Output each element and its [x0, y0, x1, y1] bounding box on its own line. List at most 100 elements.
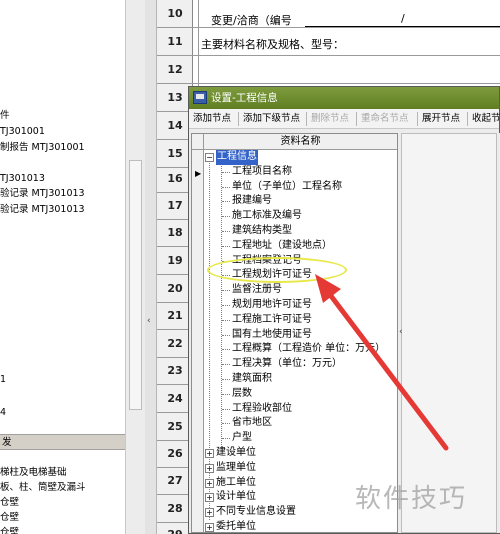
- expand-toggle-icon[interactable]: +: [205, 463, 214, 473]
- collapse-toggle-icon[interactable]: −: [205, 153, 214, 162]
- tree-node[interactable]: 国有土地使用证号: [204, 328, 312, 343]
- tree-node[interactable]: 工程项目名称: [204, 165, 292, 180]
- tree-node[interactable]: + 设计单位: [204, 490, 256, 505]
- tree-node-highlighted[interactable]: 工程规划许可证号: [204, 268, 312, 283]
- left-tree-item[interactable]: 板、柱、筒壁及漏斗: [0, 481, 86, 495]
- tree-node[interactable]: + 监理单位: [204, 461, 256, 476]
- scrollbar-thumb[interactable]: [129, 160, 142, 410]
- tree-connector: [222, 260, 230, 262]
- tree-node-label: 工程验收部位: [232, 402, 292, 414]
- left-panel-scrollbar[interactable]: [125, 0, 145, 534]
- left-tree-item[interactable]: 梯柱及电梯基础: [0, 466, 67, 480]
- tree-node[interactable]: − 工程信息: [204, 150, 258, 165]
- tree-connector: [222, 349, 230, 351]
- left-tree-item[interactable]: 仓壁: [0, 496, 19, 510]
- tree-node[interactable]: + 施工单位: [204, 476, 256, 491]
- expand-toggle-icon[interactable]: +: [205, 493, 214, 503]
- tree-node-label: 建设单位: [216, 447, 256, 458]
- dialog-toolbar: 添加节点 添加下级节点 删除节点 重命名节点 展开节点 收起节: [189, 109, 500, 129]
- tree-node[interactable]: + 建设单位: [204, 446, 256, 461]
- dialog-titlebar[interactable]: 设置-工程信息: [189, 87, 499, 109]
- tree-node[interactable]: 规划用地许可证号: [204, 298, 312, 313]
- left-tree-item[interactable]: 4: [0, 406, 6, 420]
- left-section-header[interactable]: 发: [0, 434, 125, 450]
- tree-connector: [222, 379, 230, 380]
- tree-node[interactable]: 单位（子单位）工程名称: [204, 180, 342, 195]
- collapse-left-icon[interactable]: ‹: [147, 316, 151, 326]
- row-number[interactable]: 11: [157, 28, 193, 56]
- tree-node[interactable]: 工程概算（工程造价 单位：万元）: [204, 342, 385, 357]
- left-tree-item[interactable]: 制报告 MTJ301001: [0, 141, 85, 155]
- grid-corner: [192, 134, 204, 150]
- tree-connector: [222, 186, 230, 188]
- change-record-slash: /: [401, 12, 405, 25]
- tree-node[interactable]: 工程地址（建设地点）: [204, 239, 332, 254]
- expand-node-button[interactable]: 展开节点: [422, 112, 460, 125]
- expand-toggle-icon[interactable]: +: [205, 523, 214, 532]
- tree-node[interactable]: 工程档案登记号: [204, 254, 302, 269]
- expand-toggle-icon[interactable]: +: [205, 449, 214, 458]
- tree-node[interactable]: 工程施工许可证号: [204, 313, 312, 328]
- collapse-node-button[interactable]: 收起节: [472, 112, 500, 125]
- tree-node-label: 施工单位: [216, 476, 256, 488]
- grid-line: [193, 83, 500, 84]
- tree-node[interactable]: 工程决算（单位：万元）: [204, 357, 342, 372]
- toolbar-separator: [238, 112, 239, 126]
- left-tree-item[interactable]: 仓壁: [0, 511, 19, 525]
- toolbar-separator: [467, 112, 468, 126]
- left-tree-item[interactable]: 验记录 MTJ301013: [0, 203, 85, 217]
- field-underline: [305, 26, 500, 27]
- tree-node[interactable]: + 委托单位: [204, 520, 256, 532]
- left-section-header-label: 发: [2, 437, 12, 448]
- tree-node[interactable]: 施工标准及编号: [204, 209, 302, 224]
- left-tree-item[interactable]: 仓壁: [0, 526, 19, 534]
- change-record-label[interactable]: 变更/洽商（编号: [211, 12, 292, 28]
- tree-node-label: 报建编号: [232, 195, 272, 207]
- tree-node[interactable]: + 不同专业信息设置: [204, 505, 296, 520]
- tree-connector: [222, 231, 230, 232]
- tree-node-label: 工程地址（建设地点）: [232, 239, 332, 251]
- add-node-button[interactable]: 添加节点: [193, 112, 231, 125]
- tree-connector: [222, 201, 230, 203]
- left-tree-panel: 件 TJ301001 制报告 MTJ301001 TJ301013 验记录 MT…: [0, 0, 125, 534]
- tree-node[interactable]: 省市地区: [204, 416, 272, 431]
- left-tree-item[interactable]: 验记录 MTJ301013: [0, 187, 85, 201]
- tree-node-label: 不同专业信息设置: [216, 506, 296, 518]
- tree-node[interactable]: 工程验收部位: [204, 402, 292, 417]
- delete-node-button[interactable]: 删除节点: [311, 112, 349, 125]
- tree-connector: [222, 408, 230, 410]
- column-header-name[interactable]: 资料名称: [204, 135, 397, 149]
- tree-node-label: 委托单位: [216, 521, 256, 532]
- tree-node[interactable]: 建筑面积: [204, 372, 272, 387]
- tree-connector: [222, 216, 230, 218]
- material-spec-label[interactable]: 主要材料名称及规格、型号：: [201, 36, 344, 52]
- row-number[interactable]: 12: [157, 56, 193, 84]
- left-tree-item[interactable]: TJ301001: [0, 125, 45, 139]
- tree-connector: [222, 393, 230, 395]
- current-row-arrow-icon: ▶: [195, 169, 202, 178]
- panel-splitter[interactable]: ‹: [145, 0, 157, 534]
- grid-line: [193, 55, 500, 56]
- grid-header: 资料名称: [192, 134, 397, 150]
- tree-connector: [222, 245, 230, 247]
- tree-node[interactable]: 户型: [204, 431, 252, 446]
- left-tree-item[interactable]: 件: [0, 109, 10, 123]
- left-tree-item[interactable]: 1: [0, 373, 6, 387]
- rename-node-button[interactable]: 重命名节点: [361, 112, 409, 125]
- add-child-node-button[interactable]: 添加下级节点: [243, 112, 300, 125]
- tree-node[interactable]: 建筑结构类型: [204, 224, 292, 239]
- collapse-left-icon[interactable]: ‹: [399, 327, 403, 337]
- detail-panel-box[interactable]: [401, 133, 497, 533]
- tree-node-label: 工程档案登记号: [232, 254, 302, 266]
- settings-dialog: 设置-工程信息 添加节点 添加下级节点 删除节点 重命名节点 展开节点 收起节 …: [188, 86, 500, 534]
- row-indicator-column: ▶: [192, 150, 204, 532]
- tree-node-label: 工程施工许可证号: [232, 313, 312, 325]
- tree-node-label: 户型: [232, 432, 252, 444]
- expand-toggle-icon[interactable]: +: [205, 478, 214, 488]
- row-number[interactable]: 10: [157, 0, 193, 28]
- expand-toggle-icon[interactable]: +: [205, 508, 214, 518]
- left-tree-item[interactable]: TJ301013: [0, 172, 45, 186]
- tree-node[interactable]: 监督注册号: [204, 283, 282, 298]
- tree-node[interactable]: 报建编号: [204, 194, 272, 209]
- tree-node[interactable]: 层数: [204, 387, 252, 402]
